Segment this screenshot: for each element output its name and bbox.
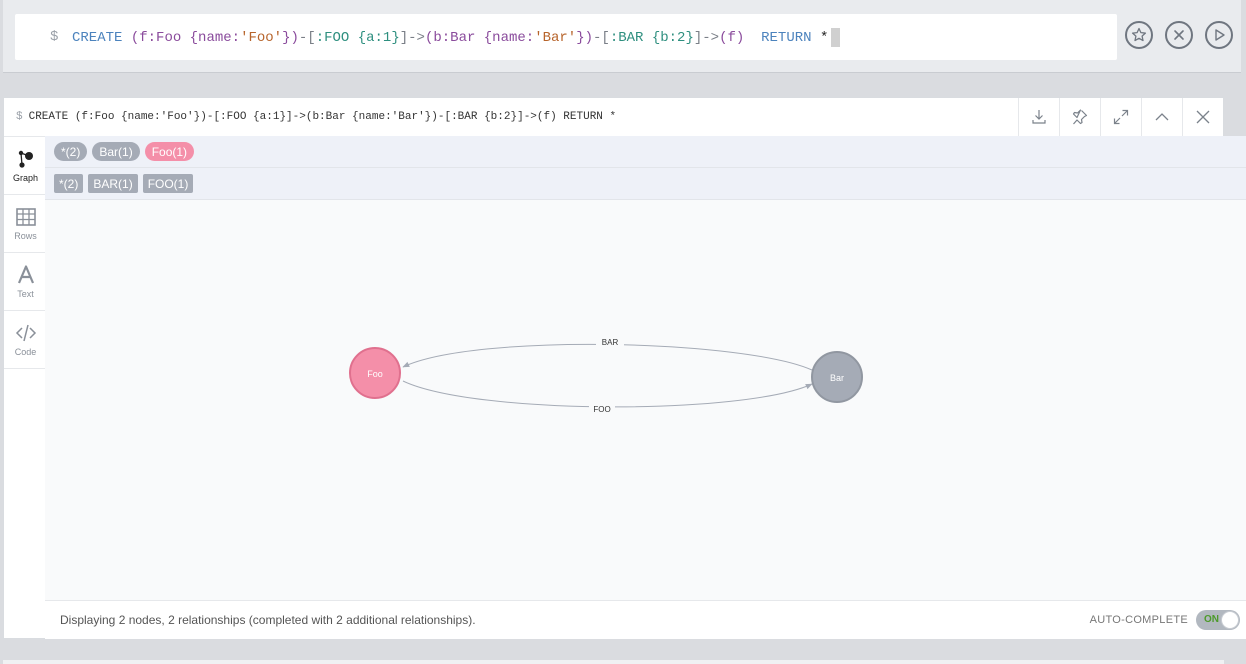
autocomplete-toggle[interactable]: ON <box>1196 610 1240 630</box>
autocomplete-label: AUTO-COMPLETE <box>1089 614 1188 626</box>
tok: f:Foo <box>139 29 182 46</box>
tok: {name: <box>181 29 241 46</box>
view-rows-tab[interactable]: Rows <box>4 195 47 253</box>
download-icon <box>1032 110 1046 124</box>
view-code-tab[interactable]: Code <box>4 311 47 369</box>
tok: 'Bar' <box>534 29 577 46</box>
view-sidebar: Graph Rows Text Code <box>4 137 48 638</box>
tok: {name: <box>475 29 535 46</box>
status-text: Displaying 2 nodes, 2 relationships (com… <box>60 613 476 627</box>
expand-icon <box>1113 109 1129 125</box>
next-frame-edge <box>3 660 1224 664</box>
fullscreen-button[interactable] <box>1100 98 1141 136</box>
rel-type-all[interactable]: *(2) <box>54 174 84 193</box>
play-icon <box>1215 29 1225 41</box>
autocomplete-state: ON <box>1204 614 1219 625</box>
node-foo[interactable]: Foo <box>349 347 401 399</box>
tok: }) <box>576 29 594 46</box>
frame-title-query: CREATE (f:Foo {name:'Foo'})-[:FOO {a:1}]… <box>28 111 617 123</box>
editor-bar: $ CREATE (f:Foo {name:'Foo'})-[:FOO {a:1… <box>3 0 1241 73</box>
editor-actions <box>1125 21 1233 49</box>
code-icon <box>15 324 36 342</box>
tok: {b:2} <box>643 29 694 46</box>
node-label-bar[interactable]: Bar(1) <box>92 142 140 161</box>
rel-type-foo[interactable]: FOO(1) <box>142 174 194 193</box>
query-editor[interactable]: $ CREATE (f:Foo {name:'Foo'})-[:FOO {a:1… <box>15 14 1117 60</box>
frame-title[interactable]: $ CREATE (f:Foo {name:'Foo'})-[:FOO {a:1}… <box>4 111 616 123</box>
editor-prompt: $ <box>50 29 59 45</box>
tok: -[ <box>298 29 316 46</box>
rel-type-bar[interactable]: BAR(1) <box>88 174 138 193</box>
tok: * <box>819 29 829 46</box>
tok: ( <box>130 29 140 46</box>
view-text-tab[interactable]: Text <box>4 253 47 311</box>
relationship-bar[interactable]: BAR <box>402 334 813 371</box>
tok: (f) <box>719 29 745 46</box>
tok: ]-> <box>399 29 425 46</box>
relationship-bar-caption: BAR <box>602 338 619 347</box>
node-bar[interactable]: Bar <box>811 351 863 403</box>
kw-create: CREATE <box>72 29 123 46</box>
pin-button[interactable] <box>1059 98 1100 136</box>
table-icon <box>15 208 36 226</box>
view-graph-tab[interactable]: Graph <box>4 137 47 195</box>
kw-return: RETURN <box>761 29 812 46</box>
graph-icon <box>18 150 33 168</box>
graph-svg[interactable]: BAR FOO Foo Bar <box>45 200 1221 600</box>
view-rows-label: Rows <box>14 231 37 241</box>
favorite-button[interactable] <box>1125 21 1153 49</box>
collapse-button[interactable] <box>1141 98 1182 136</box>
view-code-label: Code <box>14 347 37 357</box>
node-label-foo[interactable]: Foo(1) <box>144 142 195 161</box>
text-icon <box>17 265 34 284</box>
frame-header: $ CREATE (f:Foo {name:'Foo'})-[:FOO {a:1}… <box>4 98 1223 137</box>
tok: }) <box>282 29 299 46</box>
tok: ]-> <box>693 29 720 46</box>
tok: :FOO <box>315 29 350 46</box>
tok: 'Foo' <box>240 29 283 46</box>
pin-icon <box>1072 109 1088 125</box>
close-icon <box>1196 110 1210 124</box>
toggle-knob <box>1221 611 1239 629</box>
text-cursor <box>831 27 841 47</box>
relationship-foo[interactable]: FOO <box>402 380 813 415</box>
node-label-all[interactable]: *(2) <box>54 142 88 161</box>
download-button[interactable] <box>1018 98 1059 136</box>
tok: b:Bar <box>433 29 476 46</box>
star-icon <box>1131 27 1147 42</box>
tok: -[ <box>593 29 610 46</box>
relationship-foo-caption: FOO <box>593 405 610 414</box>
tok: :BAR <box>609 29 644 46</box>
close-frame-button[interactable] <box>1182 98 1223 136</box>
query-code[interactable]: CREATE (f:Foo {name:'Foo'})-[:FOO {a:1}]… <box>72 27 841 47</box>
view-text-label: Text <box>17 289 34 299</box>
node-label-legend: *(2) Bar(1) Foo(1) <box>45 136 1246 168</box>
status-bar: Displaying 2 nodes, 2 relationships (com… <box>45 600 1246 639</box>
node-bar-caption: Bar <box>830 373 844 383</box>
frame-title-prompt: $ <box>16 111 23 123</box>
clear-button[interactable] <box>1165 21 1193 49</box>
tok: {a:1} <box>349 29 400 46</box>
chevron-up-icon <box>1155 113 1169 121</box>
view-graph-label: Graph <box>12 173 38 183</box>
relationship-type-legend: *(2) BAR(1) FOO(1) <box>45 168 1246 200</box>
run-button[interactable] <box>1205 21 1233 49</box>
frame-actions <box>1018 98 1223 136</box>
close-icon <box>1174 30 1184 40</box>
node-foo-caption: Foo <box>367 369 383 379</box>
autocomplete-control: AUTO-COMPLETE ON <box>1090 610 1240 630</box>
graph-canvas[interactable]: BAR FOO Foo Bar <box>45 200 1246 600</box>
